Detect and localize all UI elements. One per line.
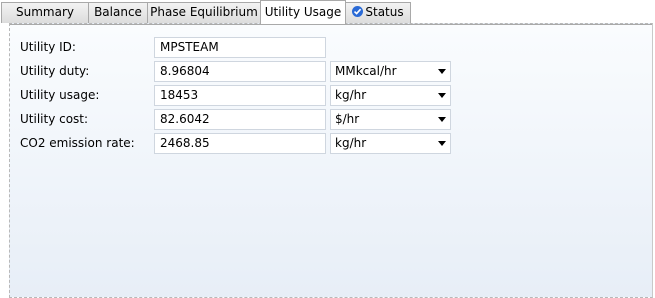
- utility-duty-unit-select[interactable]: MMkcal/hr: [330, 61, 451, 82]
- utility-duty-field[interactable]: 8.96804: [154, 61, 326, 82]
- utility-usage-panel: Utility ID: MPSTEAM Utility duty: 8.9680…: [9, 23, 653, 298]
- utility-duty-unit-value: MMkcal/hr: [335, 64, 397, 78]
- co2-emission-rate-label: CO2 emission rate:: [20, 136, 135, 150]
- utility-cost-field[interactable]: 82.6042: [154, 109, 326, 130]
- tab-status-label: Status: [365, 5, 404, 19]
- co2-emission-rate-field[interactable]: 2468.85: [154, 133, 326, 154]
- tab-balance[interactable]: Balance: [88, 2, 148, 23]
- utility-usage-label: Utility usage:: [20, 88, 100, 102]
- utility-cost-unit-select[interactable]: $/hr: [330, 109, 451, 130]
- tab-balance-label: Balance: [94, 5, 142, 19]
- tab-phase-equilibrium-label: Phase Equilibrium: [150, 5, 258, 19]
- chevron-down-icon: [438, 117, 446, 122]
- chevron-down-icon: [438, 141, 446, 146]
- chevron-down-icon: [438, 93, 446, 98]
- utility-id-field[interactable]: MPSTEAM: [154, 37, 326, 58]
- tab-utility-usage[interactable]: Utility Usage: [260, 0, 346, 24]
- tab-summary-label: Summary: [16, 5, 74, 19]
- utility-id-label: Utility ID:: [20, 40, 76, 54]
- tab-phase-equilibrium[interactable]: Phase Equilibrium: [147, 2, 261, 23]
- chevron-down-icon: [438, 69, 446, 74]
- co2-emission-rate-unit-select[interactable]: kg/hr: [330, 133, 451, 154]
- co2-emission-rate-unit-value: kg/hr: [335, 136, 367, 150]
- tab-strip: Summary Balance Phase Equilibrium Utilit…: [0, 0, 655, 24]
- utility-usage-unit-select[interactable]: kg/hr: [330, 85, 451, 106]
- utility-cost-label: Utility cost:: [20, 112, 89, 126]
- tab-status[interactable]: Status: [345, 2, 411, 23]
- utility-duty-label: Utility duty:: [20, 64, 90, 78]
- tab-utility-usage-label: Utility Usage: [264, 5, 342, 19]
- panel-divider: [10, 24, 652, 25]
- utility-usage-unit-value: kg/hr: [335, 88, 367, 102]
- utility-cost-unit-value: $/hr: [335, 112, 360, 126]
- utility-usage-window: Summary Balance Phase Equilibrium Utilit…: [0, 0, 655, 298]
- tab-summary[interactable]: Summary: [1, 2, 89, 23]
- utility-usage-field[interactable]: 18453: [154, 85, 326, 106]
- check-circle-icon: [352, 6, 364, 17]
